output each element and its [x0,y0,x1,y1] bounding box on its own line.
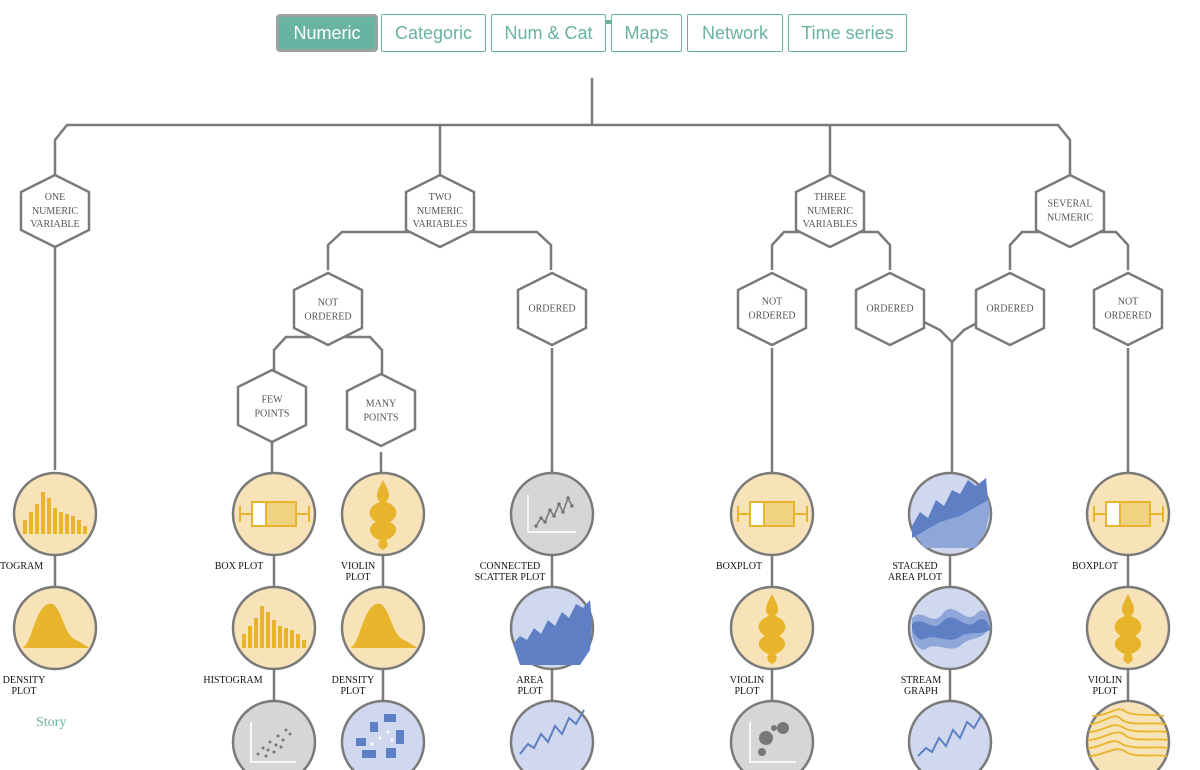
hex-label-many-points: Many points [363,398,399,424]
chart-label-boxplot-3: Boxplot [715,561,763,572]
decision-tree [12,78,1171,770]
chart-label-stream: Stream graph [900,675,942,697]
chart-circle-heatmap-2[interactable] [340,699,426,770]
hex-label-several-numeric: Several numeric [1046,198,1094,224]
chart-circle-scatter-2[interactable] [231,699,317,770]
chart-glyphs [22,478,1169,763]
chart-circle-ridgeline-s[interactable] [1085,699,1171,770]
hex-label-not-ordered-2: Not ordered [304,297,352,323]
chart-label-area: Area plot [516,675,544,697]
chart-label-violin-3: Violin plot [729,675,765,697]
hex-label-ordered-3: Ordered [866,303,914,315]
chart-circle-line[interactable] [509,699,595,770]
hex-label-not-ordered-3: Not ordered [748,296,796,322]
chart-label-violin-s: Violin plot [1087,675,1123,697]
chart-label-density-2: Density plot [331,675,375,697]
chart-label-density-1: Density plot [2,675,46,697]
story-link[interactable]: Story [36,715,66,731]
chart-label-connected-scatter: Connected scatter plot [474,561,546,583]
hex-label-ordered-s: Ordered [986,303,1034,315]
chart-label-histogram-2: Histogram [203,675,263,686]
chart-label-violin-2: Violin plot [340,561,376,583]
hex-label-one-numeric: One numeric variable [30,191,80,230]
hex-label-few-points: Few points [254,394,290,420]
chart-label-histogram-1: TOGRAM [0,561,44,572]
chart-label-boxplot-s: Boxplot [1071,561,1119,572]
chart-label-boxplot-2: Box plot [214,561,264,572]
hex-label-ordered-2: Ordered [528,303,576,315]
hex-label-two-numeric: Two numeric variables [412,191,468,230]
hex-label-not-ordered-s: Not ordered [1104,296,1152,322]
chart-label-stacked-area: Stacked area plot [887,561,943,583]
hex-label-three-numeric: Three numeric variables [802,191,858,230]
